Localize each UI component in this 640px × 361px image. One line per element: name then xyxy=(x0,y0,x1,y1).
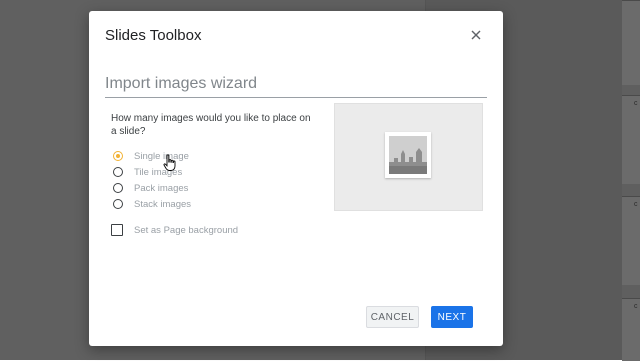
image-placeholder-icon xyxy=(385,132,431,178)
page-background-checkbox-row[interactable]: Set as Page background xyxy=(111,224,238,236)
background-card xyxy=(622,0,640,85)
option-pack-images[interactable]: Pack images xyxy=(113,180,191,196)
radio-selected-icon[interactable] xyxy=(113,151,123,161)
layout-preview xyxy=(334,103,483,211)
dialog-title: Slides Toolbox xyxy=(105,27,202,44)
hand-pointer-cursor-icon xyxy=(163,154,177,172)
option-tile-images[interactable]: Tile images xyxy=(113,164,191,180)
radio-icon[interactable] xyxy=(113,167,123,177)
option-stack-images[interactable]: Stack images xyxy=(113,196,191,212)
close-icon[interactable] xyxy=(469,28,483,42)
image-count-options: Single image Tile images Pack images Sta… xyxy=(113,148,191,212)
option-label: Stack images xyxy=(134,198,192,210)
option-label: Pack images xyxy=(134,182,189,194)
checkbox-label: Set as Page background xyxy=(134,224,239,236)
slides-toolbox-dialog: Slides Toolbox Import images wizard How … xyxy=(89,11,503,346)
background-card: c xyxy=(622,95,640,184)
wizard-title: Import images wizard xyxy=(105,75,487,98)
page-background-checkbox[interactable] xyxy=(111,224,123,236)
radio-icon[interactable] xyxy=(113,199,123,209)
cancel-button[interactable]: CANCEL xyxy=(366,306,419,328)
background-card: c xyxy=(622,298,640,361)
radio-icon[interactable] xyxy=(113,183,123,193)
next-button[interactable]: NEXT xyxy=(431,306,473,328)
option-label: Single image xyxy=(134,150,189,162)
background-card: c xyxy=(622,196,640,285)
question-text: How many images would you like to place … xyxy=(111,113,311,137)
option-single-image[interactable]: Single image xyxy=(113,148,191,164)
